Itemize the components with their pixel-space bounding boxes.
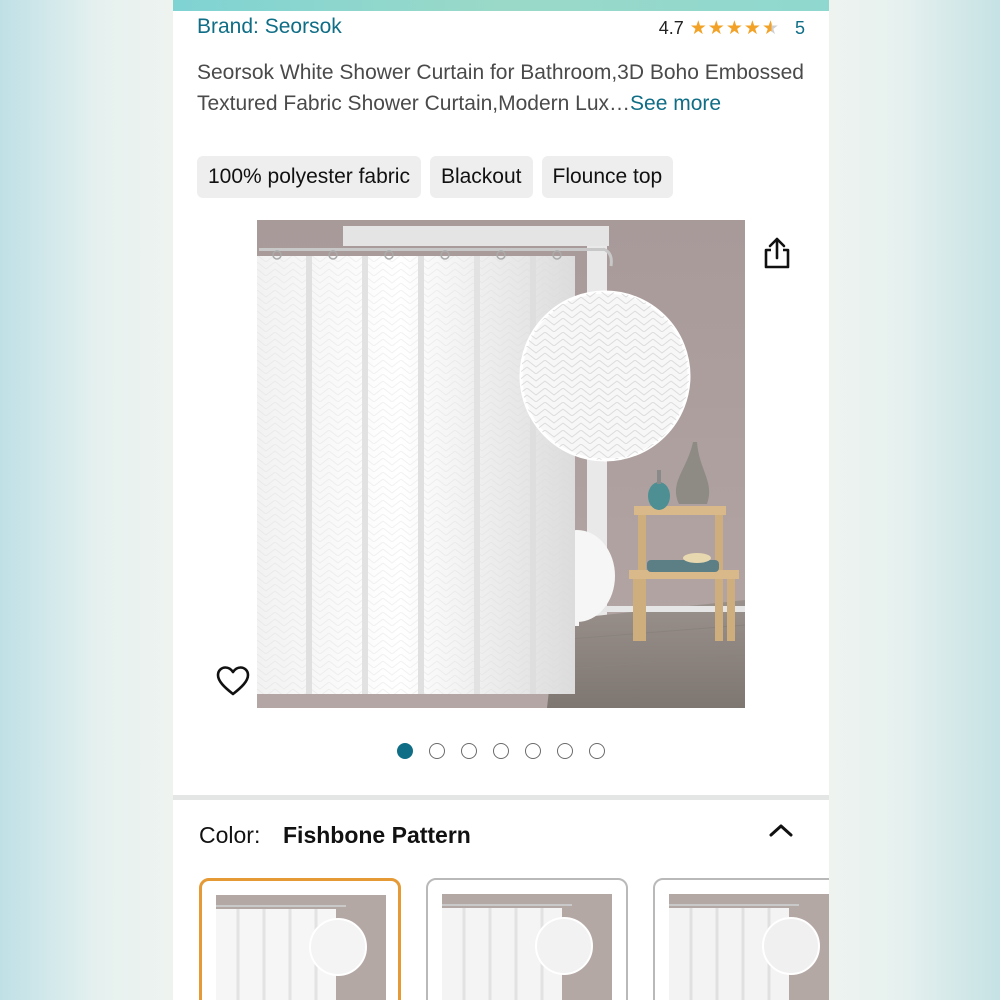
color-swatch[interactable] <box>426 878 628 1000</box>
star-half-icon: ★ <box>761 18 779 39</box>
swatch-thumbnail <box>669 894 829 1000</box>
image-pagination <box>397 743 605 759</box>
selected-color: Fishbone Pattern <box>283 822 471 848</box>
rating-summary[interactable]: 4.7 ★ ★ ★ ★ ★ 5 <box>659 18 805 39</box>
pagination-dot[interactable] <box>525 743 541 759</box>
feature-chip[interactable]: Blackout <box>429 156 533 198</box>
pagination-dot[interactable] <box>493 743 509 759</box>
share-icon <box>764 237 790 269</box>
pagination-dot[interactable] <box>429 743 445 759</box>
color-swatch[interactable] <box>653 878 829 1000</box>
star-icon: ★ <box>707 18 725 39</box>
see-more-link[interactable]: See more <box>630 92 721 115</box>
collapse-button[interactable] <box>765 816 797 844</box>
color-selector: Color: Fishbone Pattern <box>173 800 829 1000</box>
product-image[interactable] <box>257 220 745 708</box>
chevron-up-icon <box>769 824 793 837</box>
star-icon: ★ <box>689 18 707 39</box>
color-swatch[interactable] <box>199 878 401 1000</box>
pagination-dot[interactable] <box>397 743 413 759</box>
favorite-button[interactable] <box>213 661 253 701</box>
rating-count[interactable]: 5 <box>795 18 805 39</box>
star-icon: ★ <box>725 18 743 39</box>
rating-value: 4.7 <box>658 18 684 38</box>
swatch-thumbnail <box>442 894 612 1000</box>
swatch-thumbnail <box>216 895 386 1000</box>
feature-chips: 100% polyester fabric Blackout Flounce t… <box>197 156 674 198</box>
brand-link[interactable]: Brand: Seorsok <box>197 15 342 39</box>
pagination-dot[interactable] <box>461 743 477 759</box>
top-banner-strip <box>173 0 829 11</box>
star-icon: ★ <box>743 18 761 39</box>
pagination-dot[interactable] <box>557 743 573 759</box>
product-card: Brand: Seorsok 4.7 ★ ★ ★ ★ ★ 5 Seorsok W… <box>173 11 829 795</box>
share-button[interactable] <box>759 235 795 271</box>
color-label: Color: <box>199 822 261 848</box>
feature-chip[interactable]: 100% polyester fabric <box>197 156 421 198</box>
pagination-dot[interactable] <box>589 743 605 759</box>
rating-stars: ★ ★ ★ ★ ★ <box>690 19 779 38</box>
heart-icon <box>216 666 250 696</box>
product-title: Seorsok White Shower Curtain for Bathroo… <box>197 58 807 119</box>
feature-chip[interactable]: Flounce top <box>541 156 674 198</box>
